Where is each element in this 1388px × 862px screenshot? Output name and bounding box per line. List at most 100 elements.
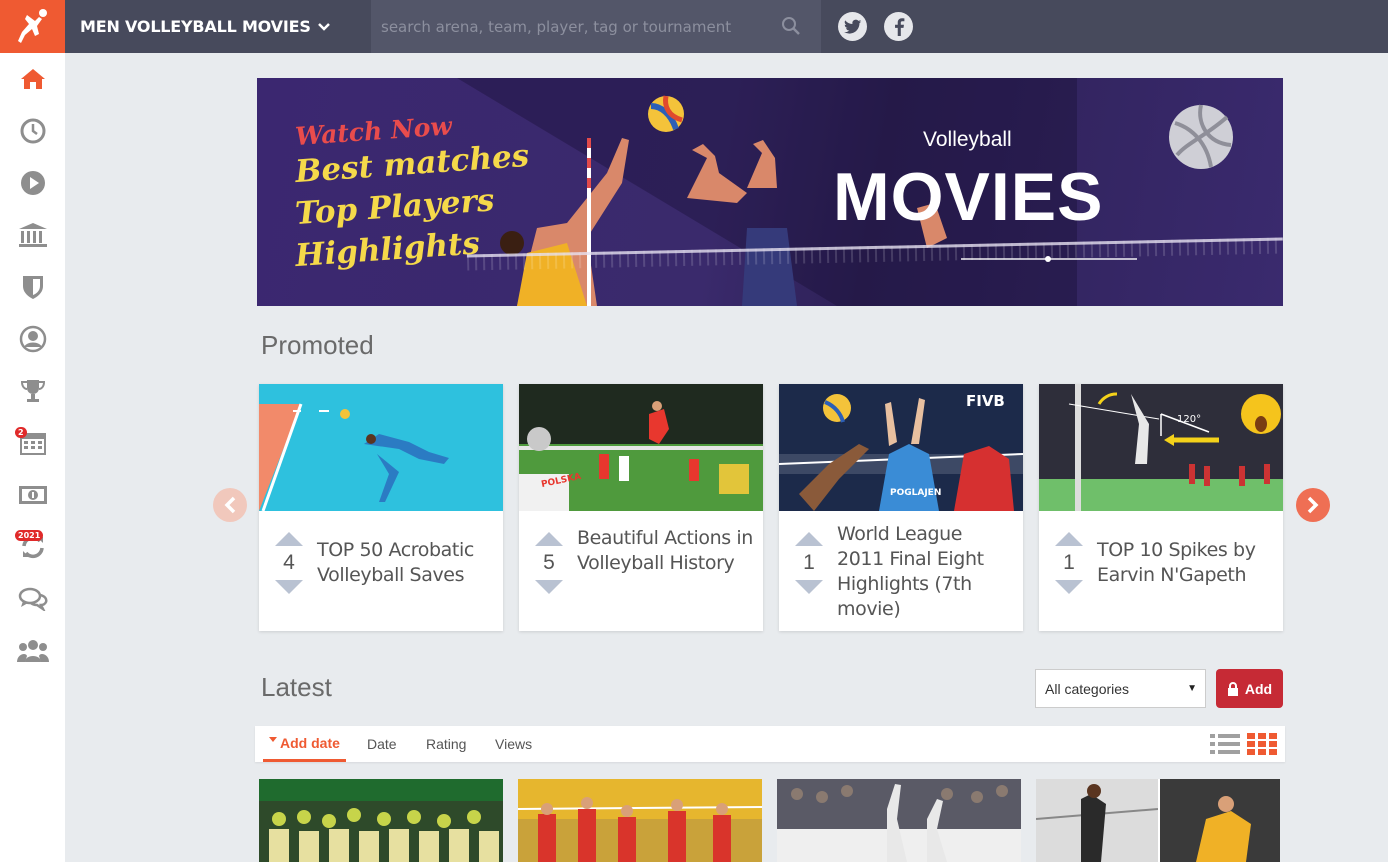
thumbnail-text: POGLAJEN [890, 488, 942, 498]
promoted-heading: Promoted [261, 330, 374, 360]
downvote-arrow-icon[interactable] [1055, 580, 1083, 594]
downvote-arrow-icon[interactable] [275, 580, 303, 594]
carousel-indicator[interactable] [961, 256, 1137, 262]
category-select-value: All categories [1045, 680, 1130, 697]
vote-count: 4 [283, 551, 295, 574]
sidebar-item-tournaments[interactable] [0, 365, 65, 417]
site-title: MEN VOLLEYBALL MOVIES [80, 17, 311, 36]
sidebar-item-arenas[interactable] [0, 209, 65, 261]
thumbnail-art [777, 779, 1021, 862]
sidebar-item-players[interactable] [0, 313, 65, 365]
volleyball-ball-grey-icon [1169, 104, 1233, 169]
card-title[interactable]: TOP 50 Acrobatic Volleyball Saves [317, 538, 493, 588]
video-thumbnail[interactable]: 120° [1039, 384, 1283, 511]
seasons-badge: 2021 [15, 530, 44, 541]
downvote-arrow-icon[interactable] [535, 580, 563, 594]
chevron-right-icon [1307, 496, 1319, 514]
latest-video-thumbnail[interactable] [777, 779, 1021, 862]
search-input[interactable] [371, 17, 771, 36]
lock-icon [1227, 681, 1238, 696]
thumbnail-art [1039, 384, 1283, 511]
card-title[interactable]: TOP 10 Spikes by Earvin N'Gapeth [1097, 538, 1273, 588]
top-bar: MEN VOLLEYBALL MOVIES [0, 0, 1388, 53]
category-select[interactable]: All categories ▼ [1035, 669, 1206, 708]
latest-video-thumbnail[interactable] [259, 779, 503, 862]
site-logo[interactable] [0, 0, 65, 53]
twitter-icon[interactable] [838, 12, 867, 41]
latest-video-thumbnail[interactable] [518, 779, 762, 862]
sidebar-item-home[interactable] [0, 53, 65, 105]
list-view-icon[interactable] [1210, 733, 1240, 759]
sort-bar: Add date Date Rating Views [255, 726, 1285, 762]
sidebar-item-seasons[interactable]: 2021 [0, 521, 65, 573]
clock-icon [20, 118, 45, 144]
thumbnail-art [518, 779, 762, 862]
promoted-prev-button[interactable] [213, 488, 247, 522]
search-icon[interactable] [781, 16, 801, 40]
video-thumbnail[interactable] [259, 384, 503, 511]
thumbnail-art [519, 384, 763, 511]
vote-count: 1 [803, 551, 815, 574]
upvote-arrow-icon[interactable] [275, 532, 303, 546]
chevron-left-icon [224, 496, 236, 514]
sidebar-item-money[interactable] [0, 469, 65, 521]
promoted-card[interactable]: FIVB POGLAJEN 1 World League 2011 Final … [779, 384, 1023, 631]
add-button[interactable]: Add [1216, 669, 1283, 708]
thumbnail-text: 120° [1177, 414, 1202, 425]
vote-control: 5 [535, 532, 563, 594]
site-title-dropdown[interactable]: MEN VOLLEYBALL MOVIES [80, 0, 331, 53]
latest-video-thumbnail[interactable] [1036, 779, 1280, 862]
upvote-arrow-icon[interactable] [535, 532, 563, 546]
add-button-label: Add [1244, 680, 1273, 697]
sidebar-item-teams[interactable] [0, 261, 65, 313]
sort-views[interactable]: Views [495, 726, 532, 762]
calendar-badge: 2 [15, 427, 27, 438]
vote-control: 1 [1055, 532, 1083, 594]
sort-rating[interactable]: Rating [426, 726, 466, 762]
video-thumbnail[interactable]: FIVB POGLAJEN [779, 384, 1023, 511]
upvote-arrow-icon[interactable] [1055, 532, 1083, 546]
arena-icon [18, 223, 47, 247]
sidebar-item-chat[interactable] [0, 573, 65, 625]
downvote-arrow-icon[interactable] [795, 580, 823, 594]
thumbnail-art [259, 779, 503, 862]
promoted-card[interactable]: 120° 1 TOP 10 Spikes by Earvin N'Gapeth [1039, 384, 1283, 631]
sidebar-item-calendar[interactable]: 2 [0, 417, 65, 469]
sidebar-item-videos[interactable] [0, 157, 65, 209]
thumbnail-art [1036, 779, 1280, 862]
grid-view-icon[interactable] [1247, 733, 1277, 759]
search-bar [371, 0, 821, 53]
sort-label: Add date [280, 734, 340, 751]
money-icon [18, 486, 47, 504]
banner-tagline: Watch Now Best matches Top Players Highl… [294, 111, 530, 274]
facebook-icon[interactable] [884, 12, 913, 41]
trophy-icon [20, 380, 45, 402]
card-title[interactable]: Beautiful Actions in Volleyball History [577, 526, 753, 576]
thumbnail-art [259, 403, 449, 511]
upvote-arrow-icon[interactable] [795, 532, 823, 546]
fivb-logo: FIVB [966, 392, 1005, 410]
play-icon [20, 171, 45, 195]
caret-down-icon: ▼ [1187, 683, 1197, 694]
volleyball-player-icon [17, 8, 47, 43]
vote-control: 4 [275, 532, 303, 594]
chevron-down-icon [317, 17, 331, 36]
vote-count: 1 [1063, 551, 1075, 574]
latest-heading: Latest [261, 672, 332, 702]
video-thumbnail[interactable]: POLSKA [519, 384, 763, 511]
sidebar-item-community[interactable] [0, 625, 65, 677]
sidebar: 2 2021 [0, 53, 65, 862]
vote-count: 5 [543, 551, 555, 574]
hero-banner[interactable]: Watch Now Best matches Top Players Highl… [257, 78, 1283, 306]
caret-down-icon [269, 736, 277, 742]
promoted-next-button[interactable] [1296, 488, 1330, 522]
sort-date[interactable]: Date [367, 726, 397, 762]
card-title[interactable]: World League 2011 Final Eight Highlights… [837, 522, 1013, 622]
home-icon [20, 69, 45, 89]
banner-subtitle: Volleyball [923, 128, 1012, 151]
sort-add-date[interactable]: Add date [263, 726, 346, 762]
promoted-card[interactable]: 4 TOP 50 Acrobatic Volleyball Saves [259, 384, 503, 631]
sidebar-item-recent[interactable] [0, 105, 65, 157]
promoted-card[interactable]: POLSKA 5 Beautiful Actions in Volleyball… [519, 384, 763, 631]
carousel-dot[interactable] [1045, 256, 1051, 262]
